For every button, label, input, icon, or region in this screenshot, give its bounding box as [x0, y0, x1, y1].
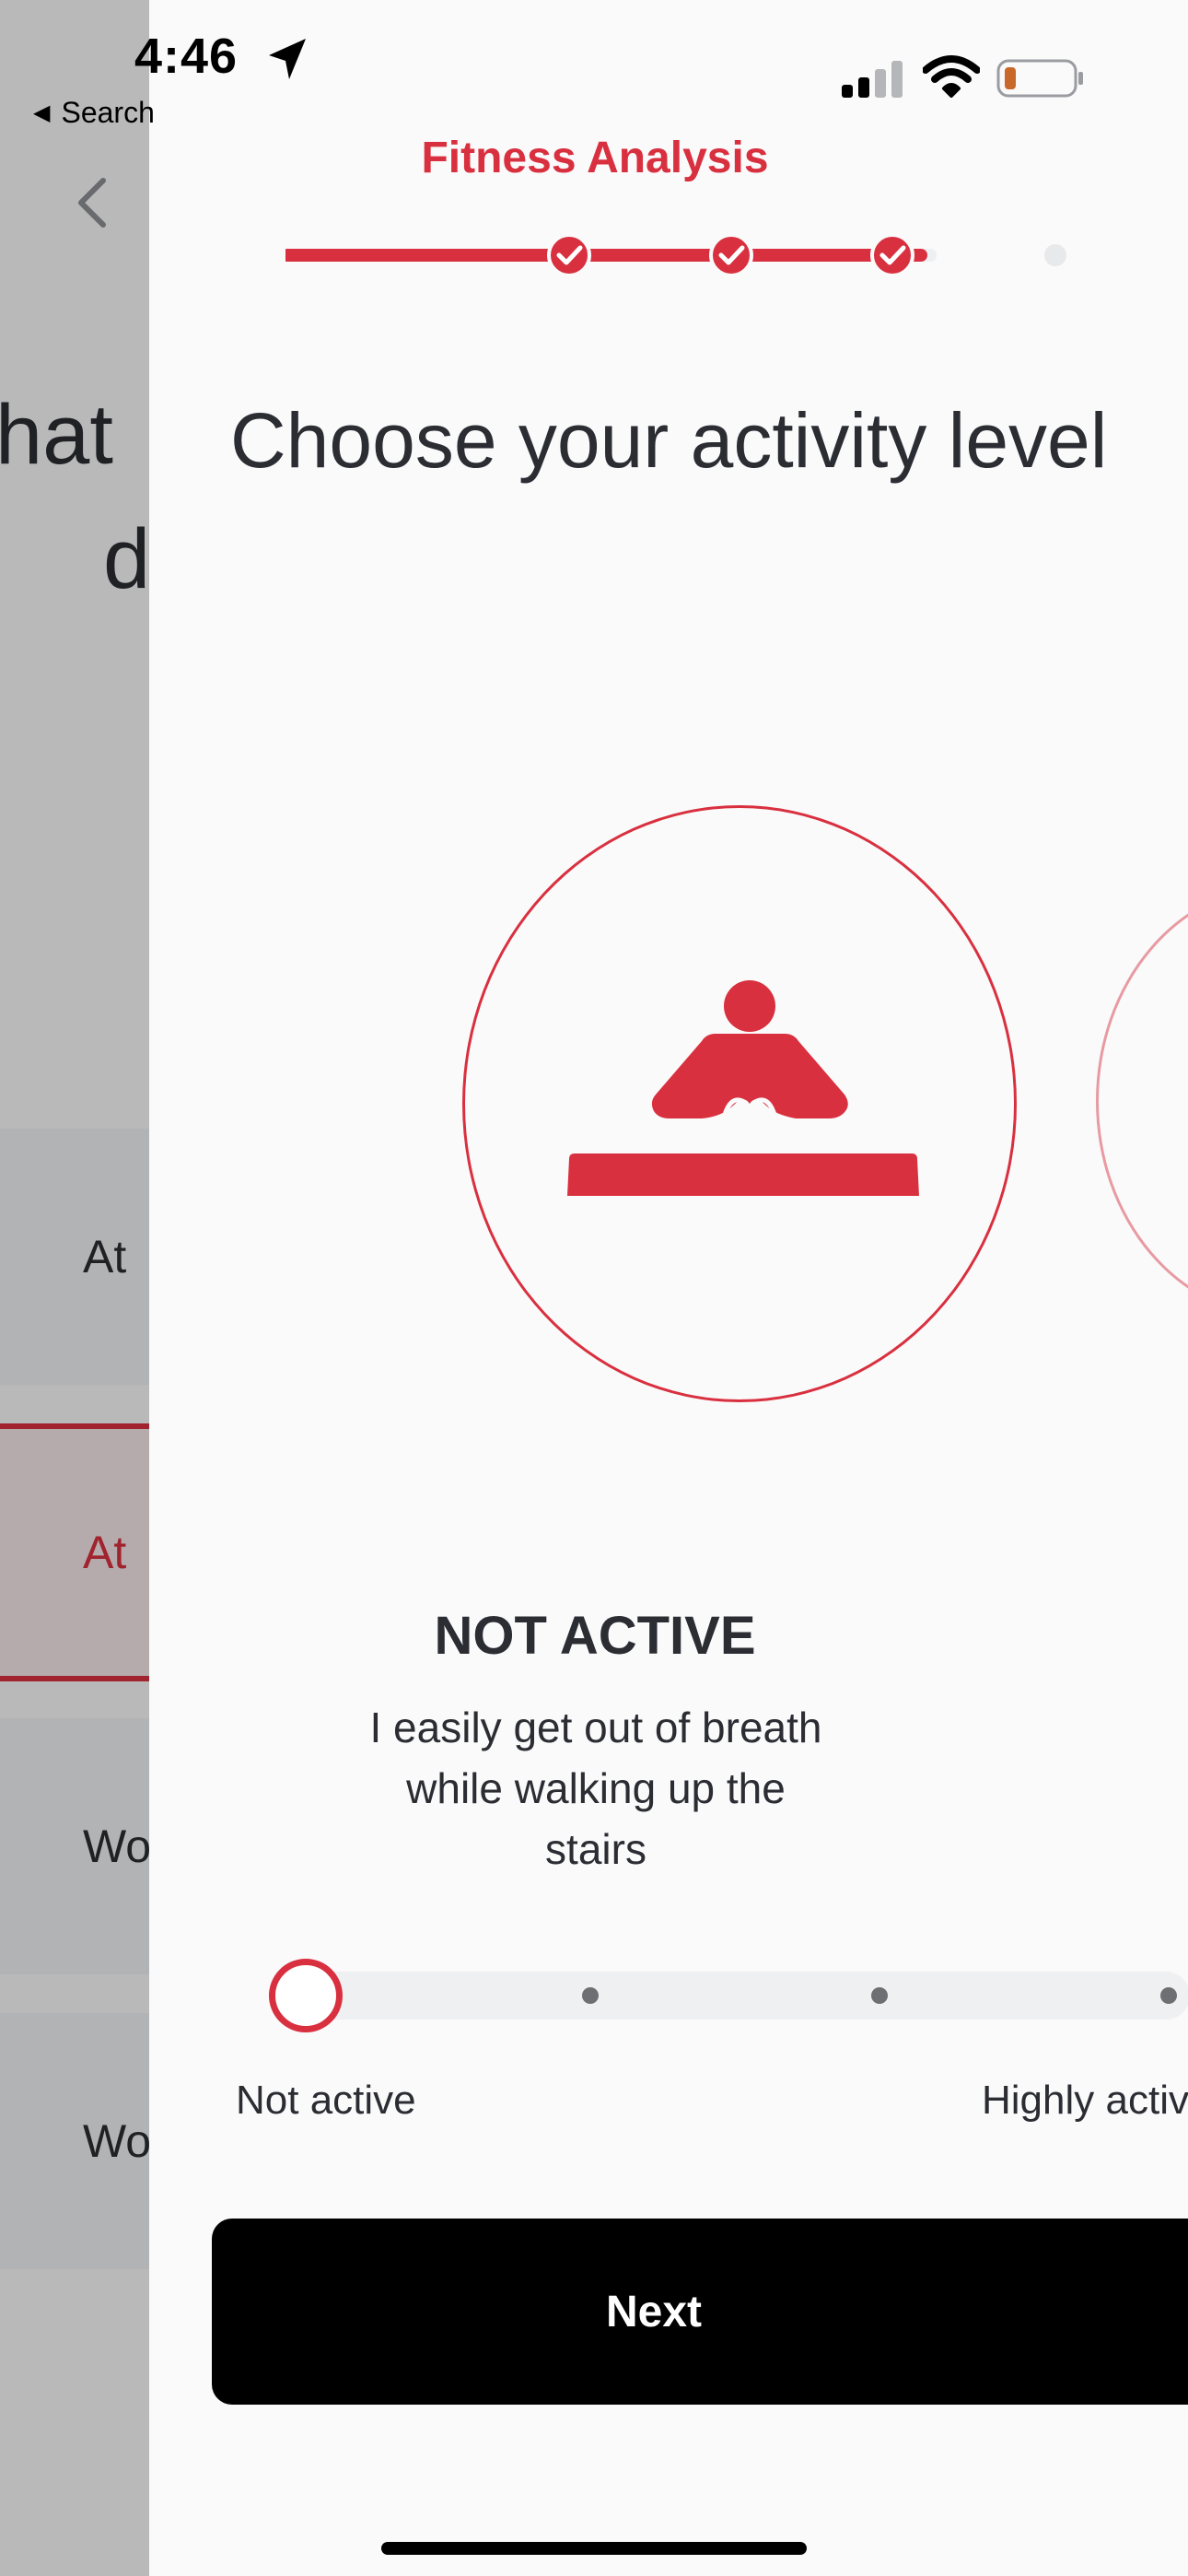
location-arrow-icon — [269, 39, 306, 79]
activity-level-title: NOT ACTIVE — [434, 1606, 756, 1666]
activity-slider-thumb[interactable] — [269, 1959, 343, 2032]
header-title: Fitness Analysis — [421, 134, 769, 182]
step-check-icon — [870, 234, 914, 276]
back-to-search-label: Search — [61, 96, 155, 129]
activity-card-next[interactable] — [1096, 884, 1188, 1317]
slider-step-dot[interactable] — [871, 1987, 888, 2004]
dim-overlay — [0, 0, 149, 2576]
question-title: Choose your activity level — [230, 397, 1108, 484]
cellular-signal-icon — [842, 61, 903, 98]
slider-min-label: Not active — [236, 2078, 416, 2123]
next-button[interactable]: Next — [212, 2219, 1188, 2405]
step-check-icon — [547, 234, 591, 276]
activity-level-description: I easily get out of breath while walking… — [369, 1704, 822, 1873]
person-sitting-icon — [567, 980, 919, 1196]
step-progress-bar — [285, 234, 1066, 276]
home-indicator[interactable] — [381, 2542, 807, 2555]
battery-low-icon — [996, 59, 1083, 98]
status-time: 4:46 — [134, 29, 239, 84]
step-check-icon — [709, 234, 753, 276]
wifi-icon — [923, 55, 980, 98]
activity-slider-track[interactable] — [269, 1972, 1188, 2020]
back-to-search-link[interactable]: ◀ Search — [33, 96, 155, 130]
slider-step-dot[interactable] — [582, 1987, 599, 2004]
slider-step-dot[interactable] — [1160, 1987, 1177, 2004]
back-triangle-icon: ◀ — [33, 100, 51, 125]
fitness-analysis-sheet: Fitness Analysis Choose your activity le… — [149, 0, 1188, 2576]
slider-max-label: Highly active — [982, 2078, 1188, 2123]
